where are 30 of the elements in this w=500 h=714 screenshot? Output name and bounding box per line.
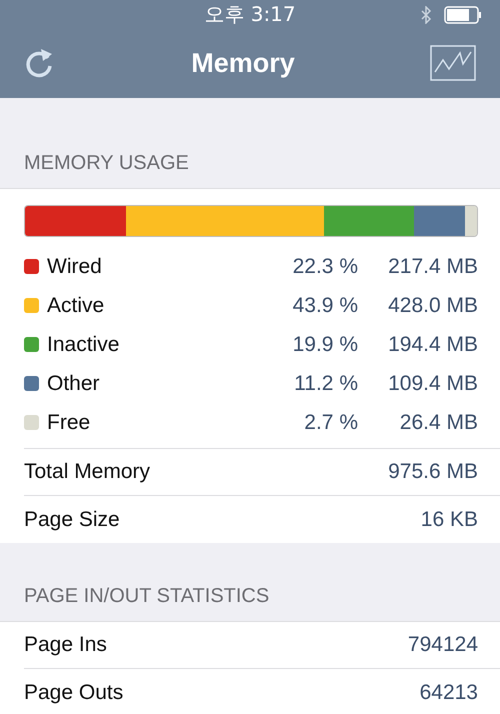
section-header: PAGE IN/OUT STATISTICS xyxy=(24,585,270,607)
status-time: 오후 3:17 xyxy=(204,1,296,28)
nav-title: Memory xyxy=(191,46,295,80)
row-label: Page Ins xyxy=(24,632,107,658)
row-label: Page Outs xyxy=(24,680,124,706)
percent-value: 43.9 % xyxy=(292,292,358,319)
legend-label: Wired xyxy=(47,254,103,280)
row-label: Total Memory xyxy=(24,459,150,486)
amount-value: 428.0 MB xyxy=(387,292,478,319)
amount-value: 194.4 MB xyxy=(387,332,478,358)
legend-label: Other xyxy=(47,370,101,397)
row-value: 64213 xyxy=(420,680,478,706)
row-value: 16 KB xyxy=(420,506,478,533)
amount-value: 217.4 MB xyxy=(387,254,478,280)
bluetooth-icon xyxy=(420,6,432,24)
row-label: Page Size xyxy=(24,506,120,533)
percent-value: 22.3 % xyxy=(292,254,358,280)
legend-label: Free xyxy=(47,410,92,436)
amount-value: 26.4 MB xyxy=(398,410,478,436)
battery-icon xyxy=(444,6,482,24)
section-header: MEMORY USAGE xyxy=(24,152,189,174)
legend-label: Active xyxy=(47,292,106,319)
percent-value: 11.2 % xyxy=(293,370,358,397)
row-value: 794124 xyxy=(408,632,478,658)
row-value: 975.6 MB xyxy=(388,459,478,486)
legend-label: Inactive xyxy=(47,332,120,358)
percent-value: 2.7 % xyxy=(303,410,358,436)
percent-value: 19.9 % xyxy=(292,332,358,358)
amount-value: 109.4 MB xyxy=(387,370,478,397)
chart-icon[interactable] xyxy=(430,45,476,81)
